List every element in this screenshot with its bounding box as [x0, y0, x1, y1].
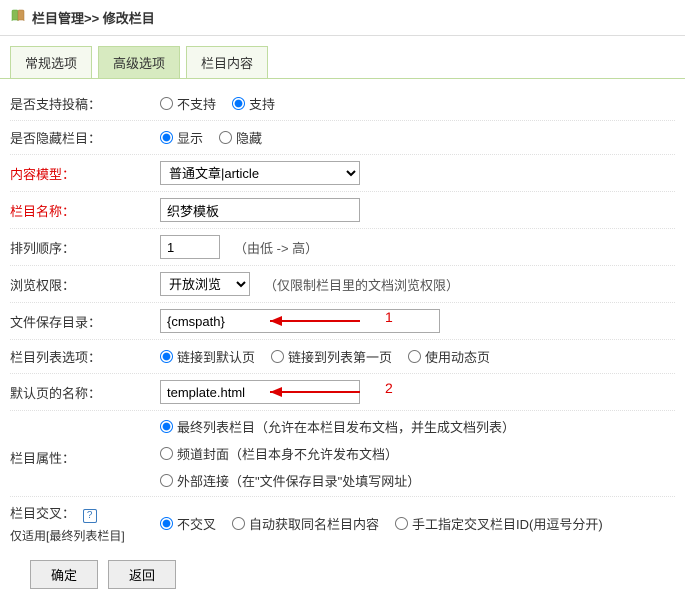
row-order: 排列顺序： （由低 -> 高）: [10, 229, 675, 266]
hint-order: （由低 -> 高）: [234, 238, 318, 257]
radio-attr-2[interactable]: 频道封面（栏目本身不允许发布文档）: [160, 444, 398, 463]
row-defpage: 默认页的名称： 2: [10, 374, 675, 411]
input-savepath[interactable]: [160, 309, 440, 333]
select-model[interactable]: 普通文章|article: [160, 161, 360, 185]
tab-advanced[interactable]: 高级选项: [98, 46, 180, 78]
help-icon[interactable]: ?: [83, 509, 97, 523]
label-order: 排列顺序：: [10, 238, 160, 257]
label-attr: 栏目属性：: [10, 440, 160, 467]
top-bar: 栏目管理>> 修改栏目: [0, 0, 685, 36]
row-listopt: 栏目列表选项： 链接到默认页 链接到列表第一页 使用动态页: [10, 340, 675, 374]
radio-cross-2[interactable]: 自动获取同名栏目内容: [232, 514, 379, 533]
input-name[interactable]: [160, 198, 360, 222]
label-hidden: 是否隐藏栏目：: [10, 128, 160, 147]
row-submit: 是否支持投稿： 不支持 支持: [10, 87, 675, 121]
tab-bar: 常规选项 高级选项 栏目内容: [0, 36, 685, 79]
row-attr: 栏目属性： 最终列表栏目（允许在本栏目发布文档，并生成文档列表） 频道封面（栏目…: [10, 411, 675, 497]
radio-attr-3[interactable]: 外部连接（在"文件保存目录"处填写网址）: [160, 471, 420, 490]
radio-cross-1[interactable]: 不交叉: [160, 514, 216, 533]
anno-1: 1: [385, 309, 393, 325]
back-button[interactable]: 返回: [108, 560, 176, 589]
label-submit: 是否支持投稿：: [10, 94, 160, 113]
label-listopt: 栏目列表选项：: [10, 347, 160, 366]
tab-content[interactable]: 栏目内容: [186, 46, 268, 78]
tab-general[interactable]: 常规选项: [10, 46, 92, 78]
radio-submit-yes[interactable]: 支持: [232, 94, 275, 113]
label-browse: 浏览权限：: [10, 275, 160, 294]
label-defpage: 默认页的名称：: [10, 383, 160, 402]
radio-submit-no[interactable]: 不支持: [160, 94, 216, 113]
label-cross: 栏目交叉： ? 仅适用[最终列表栏目]: [10, 503, 160, 544]
radio-listopt-2[interactable]: 链接到列表第一页: [271, 347, 392, 366]
breadcrumb: 栏目管理>> 修改栏目: [32, 8, 155, 27]
button-bar: 确定 返回: [10, 550, 675, 599]
row-hidden: 是否隐藏栏目： 显示 隐藏: [10, 121, 675, 155]
radio-cross-3[interactable]: 手工指定交叉栏目ID(用逗号分开): [395, 514, 603, 533]
book-icon: [10, 8, 26, 27]
radio-listopt-3[interactable]: 使用动态页: [408, 347, 490, 366]
ok-button[interactable]: 确定: [30, 560, 98, 589]
radio-listopt-1[interactable]: 链接到默认页: [160, 347, 255, 366]
row-name: 栏目名称：: [10, 192, 675, 229]
sublabel-cross: 仅适用[最终列表栏目]: [10, 527, 152, 544]
radio-hidden-hide[interactable]: 隐藏: [219, 128, 262, 147]
hint-browse: （仅限制栏目里的文档浏览权限）: [264, 275, 459, 294]
row-model: 内容模型： 普通文章|article: [10, 155, 675, 192]
row-browse: 浏览权限： 开放浏览 （仅限制栏目里的文档浏览权限）: [10, 266, 675, 303]
radio-attr-1[interactable]: 最终列表栏目（允许在本栏目发布文档，并生成文档列表）: [160, 417, 515, 436]
row-savepath: 文件保存目录： 1: [10, 303, 675, 340]
label-model: 内容模型：: [10, 164, 160, 183]
form: 是否支持投稿： 不支持 支持 是否隐藏栏目： 显示 隐藏 内容模型： 普通文章|…: [0, 79, 685, 607]
label-savepath: 文件保存目录：: [10, 312, 160, 331]
anno-2: 2: [385, 380, 393, 396]
input-order[interactable]: [160, 235, 220, 259]
select-browse[interactable]: 开放浏览: [160, 272, 250, 296]
radio-hidden-show[interactable]: 显示: [160, 128, 203, 147]
input-defpage[interactable]: [160, 380, 360, 404]
label-name: 栏目名称：: [10, 201, 160, 220]
